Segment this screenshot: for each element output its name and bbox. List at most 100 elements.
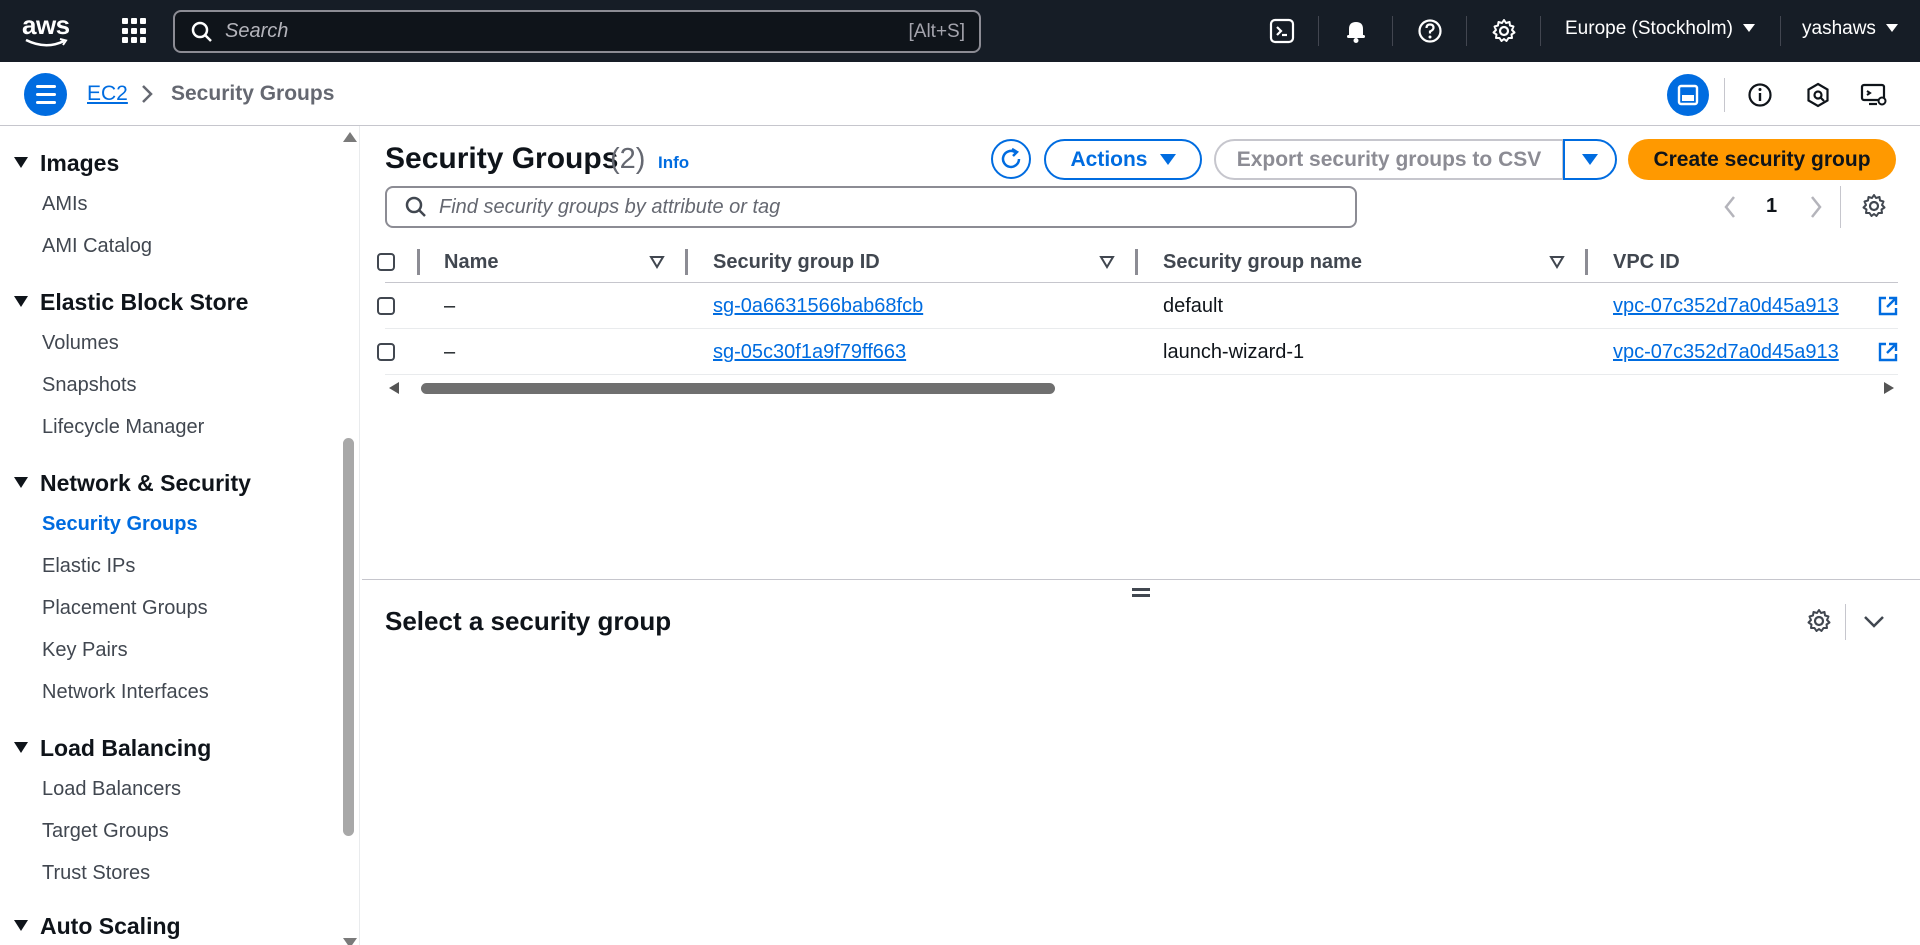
sidebar-item-elastic-ips[interactable]: Elastic IPs	[42, 555, 135, 578]
table-row[interactable]: – sg-05c30f1a9f79ff663 launch-wizard-1 v…	[377, 329, 1899, 375]
breadcrumb-current: Security Groups	[171, 82, 335, 105]
aws-smile-icon	[25, 38, 68, 47]
split-panel: Select a security group	[362, 579, 1920, 945]
external-link-icon[interactable]	[1877, 341, 1899, 363]
sidebar-item-lifecycle-manager[interactable]: Lifecycle Manager	[42, 416, 204, 439]
global-search-input[interactable]	[225, 20, 909, 43]
column-header-vpc-id[interactable]: VPC ID	[1613, 251, 1680, 274]
page-number[interactable]: 1	[1766, 195, 1777, 218]
caret-down-icon	[1885, 24, 1898, 32]
sidebar-item-network-interfaces[interactable]: Network Interfaces	[42, 681, 209, 704]
caret-down-icon	[14, 157, 28, 168]
select-all-checkbox[interactable]	[377, 253, 395, 271]
split-panel-toggle-icon[interactable]	[1667, 74, 1709, 116]
top-navigation: aws [Alt+S] Europe (Stockholm) yashaws	[0, 0, 1920, 62]
create-security-group-button[interactable]: Create security group	[1628, 139, 1896, 180]
sort-icon[interactable]	[649, 255, 665, 269]
notifications-bell-icon[interactable]	[1341, 16, 1371, 46]
cell-security-group-name: default	[1163, 295, 1224, 317]
scrollbar-thumb[interactable]	[421, 383, 1055, 394]
split-panel-settings-icon[interactable]	[1806, 608, 1832, 634]
cell-security-group-name: launch-wizard-1	[1163, 341, 1305, 363]
caret-down-icon	[1582, 154, 1598, 165]
chevron-left-icon[interactable]	[1722, 194, 1738, 220]
scrollbar-thumb[interactable]	[343, 438, 354, 836]
sidebar-section-auto-scaling[interactable]: Auto Scaling	[14, 913, 181, 940]
sidebar-section-elastic-block-store[interactable]: Elastic Block Store	[14, 289, 248, 316]
sidebar-item-amis[interactable]: AMIs	[42, 193, 88, 216]
sidebar-item-target-groups[interactable]: Target Groups	[42, 820, 169, 843]
sort-icon[interactable]	[1549, 255, 1565, 269]
page-title: Security Groups	[385, 142, 619, 175]
scroll-right-arrow-icon[interactable]	[1884, 382, 1894, 394]
cloudshell-icon[interactable]	[1267, 16, 1297, 46]
sidebar-item-key-pairs[interactable]: Key Pairs	[42, 639, 128, 662]
filter-search[interactable]	[385, 186, 1357, 228]
caret-down-icon	[14, 742, 28, 753]
actions-button[interactable]: Actions	[1044, 139, 1202, 180]
aws-logo[interactable]: aws	[22, 12, 74, 48]
sidebar-section-load-balancing[interactable]: Load Balancing	[14, 735, 211, 762]
console-toolbar-icon[interactable]	[1853, 74, 1895, 116]
chevron-right-icon	[142, 85, 153, 103]
sidebar-section-images[interactable]: Images	[14, 150, 119, 177]
sidebar-item-load-balancers[interactable]: Load Balancers	[42, 778, 181, 801]
info-panel-icon[interactable]	[1739, 74, 1781, 116]
refresh-icon	[1001, 147, 1021, 169]
row-checkbox[interactable]	[377, 343, 395, 361]
refresh-button[interactable]	[991, 139, 1031, 179]
global-search[interactable]: [Alt+S]	[173, 10, 981, 53]
hamburger-menu-icon[interactable]	[24, 73, 67, 116]
split-panel-title: Select a security group	[385, 606, 672, 636]
caret-down-icon	[1159, 154, 1176, 165]
chevron-down-icon[interactable]	[1862, 614, 1886, 630]
chevron-right-icon[interactable]	[1808, 194, 1824, 220]
sidebar-item-volumes[interactable]: Volumes	[42, 332, 119, 355]
services-menu-icon[interactable]	[122, 18, 148, 44]
sidebar-item-placement-groups[interactable]: Placement Groups	[42, 597, 208, 620]
caret-down-icon	[1742, 24, 1755, 32]
external-link-icon[interactable]	[1877, 295, 1899, 317]
sidebar-scrollbar[interactable]	[340, 126, 358, 945]
column-header-name[interactable]: Name	[444, 251, 498, 274]
aws-logo-text: aws	[22, 10, 70, 40]
export-csv-button[interactable]: Export security groups to CSV	[1214, 139, 1564, 180]
caret-down-icon	[14, 477, 28, 488]
cell-vpc-id-link[interactable]: vpc-07c352d7a0d45a913	[1613, 295, 1839, 318]
cell-vpc-id-link[interactable]: vpc-07c352d7a0d45a913	[1613, 341, 1839, 364]
info-link[interactable]: Info	[658, 153, 689, 173]
row-checkbox[interactable]	[377, 297, 395, 315]
main-content: Security Groups (2) Info Actions Export …	[362, 126, 1920, 945]
scroll-left-arrow-icon[interactable]	[389, 382, 399, 394]
caret-down-icon	[14, 920, 28, 931]
split-panel-resize-handle[interactable]	[1132, 588, 1150, 597]
sidebar-item-snapshots[interactable]: Snapshots	[42, 374, 137, 397]
column-header-security-group-name[interactable]: Security group name	[1163, 251, 1362, 274]
amazon-q-icon[interactable]	[1797, 74, 1839, 116]
navigation-sidebar: Images AMIs AMI Catalog Elastic Block St…	[0, 126, 360, 945]
help-icon[interactable]	[1415, 16, 1445, 46]
search-icon	[405, 196, 426, 217]
table-horizontal-scrollbar[interactable]	[385, 380, 1898, 396]
export-dropdown-button[interactable]	[1563, 139, 1617, 180]
sidebar-section-network-security[interactable]: Network & Security	[14, 470, 251, 497]
sidebar-item-security-groups[interactable]: Security Groups	[42, 513, 198, 536]
table-row[interactable]: – sg-0a6631566bab68fcb default vpc-07c35…	[377, 283, 1899, 329]
region-selector[interactable]: Europe (Stockholm)	[1565, 18, 1755, 40]
cell-security-group-id-link[interactable]: sg-0a6631566bab68fcb	[713, 295, 923, 318]
filter-input[interactable]	[439, 195, 1355, 219]
scroll-up-arrow-icon[interactable]	[343, 132, 357, 142]
cell-name: –	[444, 295, 456, 317]
account-menu[interactable]: yashaws	[1802, 18, 1898, 40]
settings-gear-icon[interactable]	[1489, 16, 1519, 46]
cell-security-group-id-link[interactable]: sg-05c30f1a9f79ff663	[713, 341, 906, 364]
breadcrumb-bar: EC2 Security Groups	[0, 62, 1920, 126]
sort-icon[interactable]	[1099, 255, 1115, 269]
search-icon	[191, 21, 212, 42]
sidebar-item-ami-catalog[interactable]: AMI Catalog	[42, 235, 152, 258]
sidebar-item-trust-stores[interactable]: Trust Stores	[42, 862, 150, 885]
breadcrumb-ec2-link[interactable]: EC2	[87, 82, 128, 106]
scroll-down-arrow-icon[interactable]	[343, 938, 357, 945]
preferences-gear-icon[interactable]	[1861, 193, 1887, 219]
column-header-security-group-id[interactable]: Security group ID	[713, 251, 880, 274]
